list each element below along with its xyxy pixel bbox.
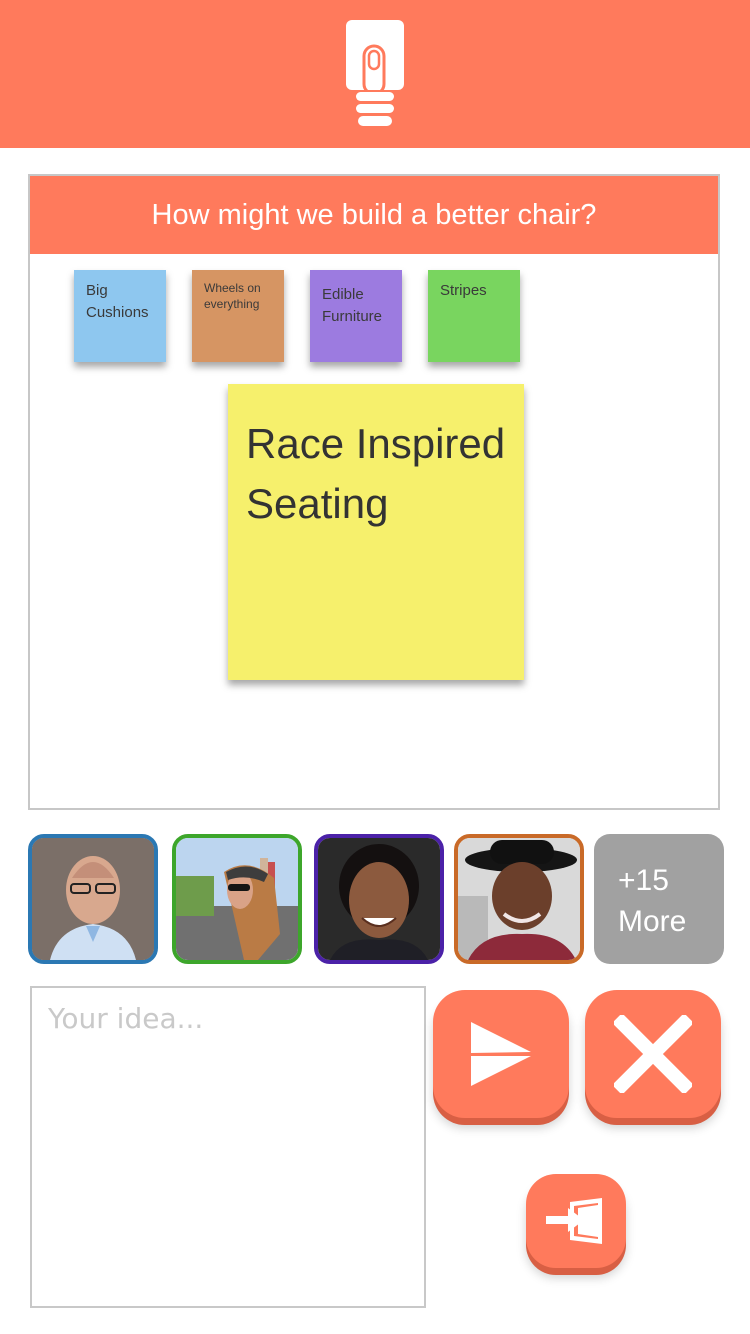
avatar-photo	[176, 838, 298, 960]
exit-door-icon	[546, 1198, 602, 1244]
more-participants-button[interactable]: +15 More	[594, 834, 724, 964]
sticky-note[interactable]: Stripes	[428, 270, 520, 362]
featured-sticky-note[interactable]: Race Inspired Seating	[228, 384, 524, 680]
idea-input[interactable]	[30, 986, 426, 1308]
participant-avatar-3[interactable]	[314, 834, 444, 964]
more-participants-count: +15	[618, 864, 669, 897]
avatar-photo	[32, 838, 154, 960]
sticky-note[interactable]: Edible Furniture	[310, 270, 402, 362]
participant-avatar-4[interactable]	[454, 834, 584, 964]
cancel-button[interactable]	[585, 990, 721, 1118]
lightbulb-icon	[346, 20, 404, 126]
participant-avatar-2[interactable]	[172, 834, 302, 964]
board-title: How might we build a better chair?	[30, 176, 718, 254]
close-icon	[614, 1015, 692, 1093]
app-header	[0, 0, 750, 148]
avatar-photo	[458, 838, 580, 960]
more-participants-label: More	[618, 905, 687, 938]
avatar-photo	[318, 838, 440, 960]
exit-session-button[interactable]	[526, 1174, 626, 1268]
sticky-note[interactable]: Big Cushions	[74, 270, 166, 362]
participant-avatar-1[interactable]	[28, 834, 158, 964]
send-idea-button[interactable]	[433, 990, 569, 1118]
idea-board: How might we build a better chair? Big C…	[28, 174, 720, 810]
send-icon	[471, 1022, 531, 1086]
sticky-note[interactable]: Wheels on everything	[192, 270, 284, 362]
